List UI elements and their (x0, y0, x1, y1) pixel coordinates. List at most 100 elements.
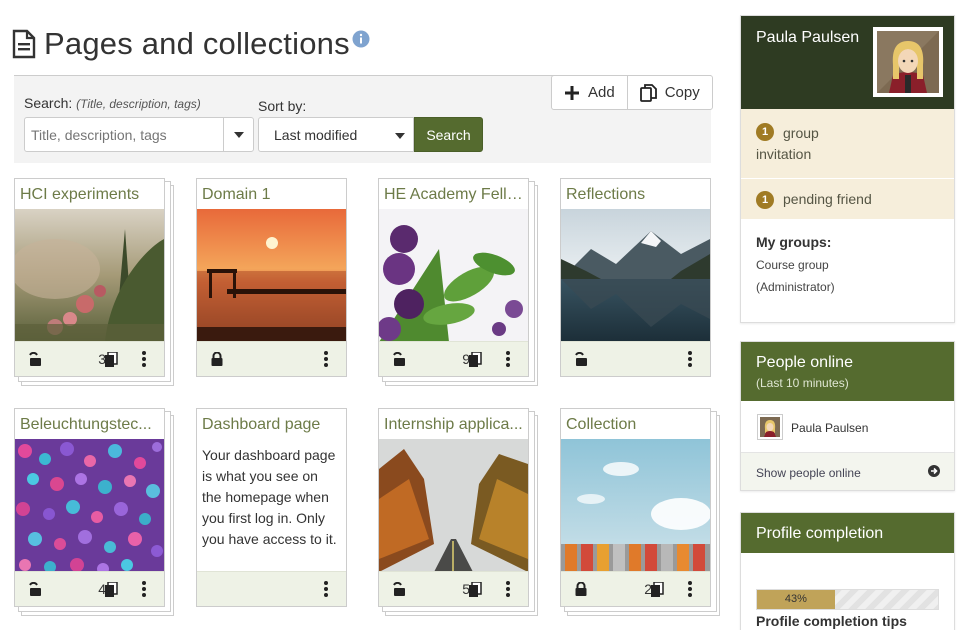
more-options-icon[interactable] (142, 351, 146, 367)
card-hci-experiments[interactable]: HCI experiments 3 (14, 178, 174, 386)
my-groups-list: Course group (Administrator) (756, 254, 939, 298)
caret-down-icon (233, 131, 244, 138)
lock-icon (575, 582, 587, 596)
card[interactable]: Internship applica... 5 (378, 408, 529, 607)
card-reflections[interactable]: Reflections (560, 178, 718, 380)
online-user-item[interactable]: Paula Paulsen (741, 401, 954, 453)
card-he-academy[interactable]: HE Academy Fello... 9 (378, 178, 538, 386)
card[interactable]: Collection 2 (560, 408, 711, 607)
card[interactable]: Reflections (560, 178, 711, 377)
unlocked-icon (29, 352, 41, 366)
search-label-text: Search: (24, 95, 73, 111)
caret-down-icon (395, 133, 405, 139)
document-icon (12, 29, 36, 59)
search-hint: (Title, description, tags) (76, 97, 201, 111)
show-people-online-label[interactable]: Show people online (756, 466, 861, 480)
card-footer (561, 341, 710, 376)
card-title[interactable]: HCI experiments (15, 179, 164, 209)
card-footer (197, 341, 346, 376)
search-input[interactable] (24, 117, 224, 152)
group-invitation-notice[interactable]: 1 group invitation (741, 109, 954, 179)
more-options-icon[interactable] (324, 581, 328, 597)
unlocked-icon (575, 352, 587, 366)
friend-badge: 1 (756, 191, 774, 209)
my-groups-heading: My groups: (756, 234, 832, 250)
more-options-icon[interactable] (506, 581, 510, 597)
card-thumbnail-mountain-lake[interactable] (561, 209, 710, 342)
profile-block: Paula Paulsen 1 group invitation 1 pendi… (740, 15, 955, 323)
card-collection[interactable]: Collection 2 (560, 408, 720, 616)
people-online-subheading: (Last 10 minutes) (756, 376, 849, 390)
unlocked-icon (393, 582, 405, 596)
pending-friend-notice[interactable]: 1 pending friend (741, 179, 954, 220)
profile-avatar-image (877, 31, 939, 93)
card-thumbnail-garden[interactable] (15, 209, 164, 342)
search-label: Search: (Title, description, tags) (24, 95, 201, 111)
page-title: Pages and collections (44, 26, 350, 61)
card-footer (197, 571, 346, 606)
search-button[interactable]: Search (414, 117, 483, 152)
sort-select[interactable]: Last modified (258, 117, 414, 152)
card[interactable]: Dashboard page Your dashboard page is wh… (196, 408, 347, 607)
card-thumbnail-sprinkles[interactable] (15, 439, 164, 572)
copy-button[interactable]: Copy (626, 76, 712, 109)
info-icon[interactable] (352, 30, 370, 48)
card-title[interactable]: Collection (561, 409, 710, 439)
profile-completion-tips[interactable]: Profile completion tips (756, 613, 907, 629)
online-user-name[interactable]: Paula Paulsen (791, 421, 868, 435)
search-options-dropdown[interactable] (223, 117, 254, 152)
plus-icon (565, 85, 579, 100)
avatar[interactable] (873, 27, 943, 97)
more-options-icon[interactable] (142, 581, 146, 597)
card-thumbnail-purple-flowers[interactable] (379, 209, 528, 342)
profile-completion-progress: 43% (756, 589, 939, 610)
card-title[interactable]: HE Academy Fello... (379, 179, 528, 209)
progress-fill: 43% (757, 590, 835, 609)
pages-icon (469, 582, 482, 597)
profile-completion-heading: Profile completion (756, 525, 884, 542)
more-options-icon[interactable] (506, 351, 510, 367)
more-options-icon[interactable] (688, 581, 692, 597)
card-description: Your dashboard page is what you see on t… (202, 447, 337, 547)
sort-label: Sort by: (258, 98, 307, 114)
card[interactable]: HE Academy Fello... 9 (378, 178, 529, 377)
card-title[interactable]: Internship applica... (379, 409, 528, 439)
card[interactable]: HCI experiments 3 (14, 178, 165, 377)
avatar[interactable] (757, 414, 783, 440)
card-thumbnail-autumn-road[interactable] (379, 439, 528, 572)
arrow-circle-right-icon (928, 465, 940, 477)
people-online-block: People online (Last 10 minutes) Paula Pa… (740, 341, 955, 491)
card[interactable]: Beleuchtungstec... 4 (14, 408, 165, 607)
card-thumbnail-sunset[interactable] (197, 209, 346, 342)
profile-name[interactable]: Paula Paulsen (756, 29, 859, 47)
card-internship[interactable]: Internship applica... 5 (378, 408, 538, 616)
card-thumbnail-sky-barrels[interactable] (561, 439, 710, 572)
card-beleuchtung[interactable]: Beleuchtungstec... 4 (14, 408, 174, 616)
more-options-icon[interactable] (688, 351, 692, 367)
card[interactable]: Domain 1 (196, 178, 347, 377)
sort-select-value: Last modified (274, 126, 358, 143)
card-dashboard-page[interactable]: Dashboard page Your dashboard page is wh… (196, 408, 354, 610)
user-avatar-image (760, 417, 780, 437)
pages-icon (469, 352, 482, 367)
add-button[interactable]: Add (552, 76, 627, 109)
card-footer: 3 (15, 341, 164, 376)
profile-header: Paula Paulsen (741, 16, 954, 109)
card-title[interactable]: Beleuchtungstec... (15, 409, 164, 439)
card-domain-1[interactable]: Domain 1 (196, 178, 354, 380)
card-title[interactable]: Reflections (561, 179, 710, 209)
show-people-online-link[interactable]: Show people online (741, 453, 954, 490)
unlocked-icon (29, 582, 41, 596)
copy-icon (639, 83, 657, 102)
group-link[interactable]: Course group (756, 254, 939, 276)
card-footer: 4 (15, 571, 164, 606)
lock-icon (211, 352, 223, 366)
card-footer: 9 (379, 341, 528, 376)
pages-icon (651, 582, 664, 597)
group-invite-text[interactable]: group invitation (756, 123, 846, 165)
card-title[interactable]: Domain 1 (197, 179, 346, 209)
card-title[interactable]: Dashboard page (197, 409, 346, 439)
pending-friend-text[interactable]: pending friend (783, 191, 872, 207)
add-button-label: Add (588, 84, 615, 101)
more-options-icon[interactable] (324, 351, 328, 367)
